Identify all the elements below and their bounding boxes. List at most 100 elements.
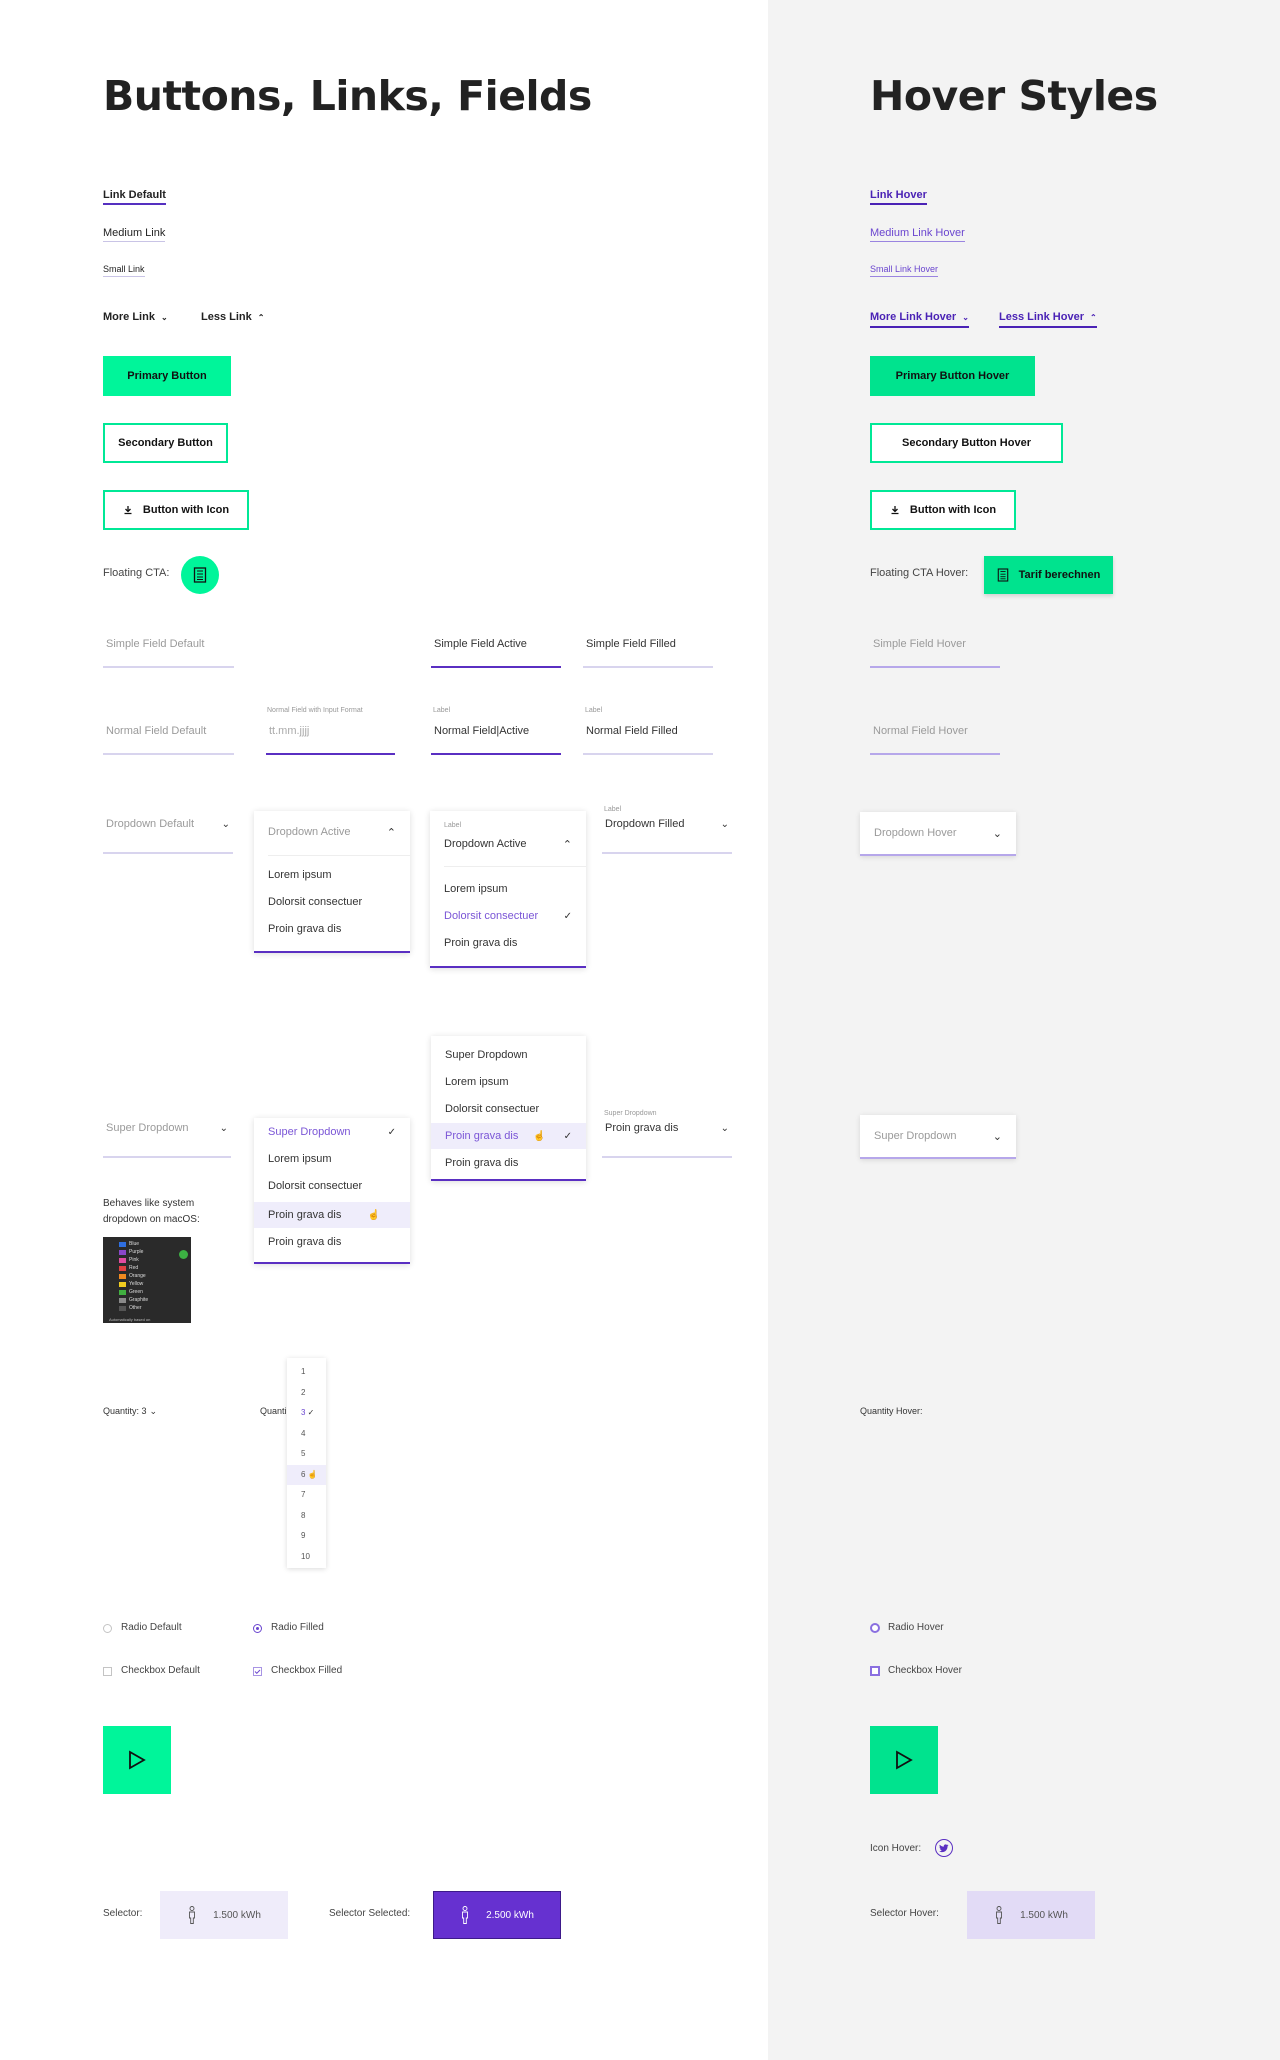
normal-field-default[interactable]: Normal Field Default bbox=[103, 725, 234, 755]
normal-field-format-input[interactable]: tt.mm.jjjj bbox=[266, 725, 395, 755]
list-item[interactable]: Proin grava dis bbox=[254, 1231, 410, 1253]
quantity-option[interactable]: 1 bbox=[287, 1362, 326, 1382]
less-link[interactable]: Less Link ⌃ bbox=[201, 311, 264, 323]
radio-filled[interactable] bbox=[253, 1624, 262, 1633]
macos-footer: Automatically based on bbox=[109, 1317, 151, 1322]
list-item[interactable]: Dolorsit consectuer bbox=[254, 1175, 410, 1197]
list-item[interactable]: Proin grava dis bbox=[254, 918, 410, 940]
macos-color-label: Yellow bbox=[129, 1281, 144, 1287]
dropdown-active-labeled[interactable]: Label Dropdown Active ⌃ Lorem ipsum Dolo… bbox=[430, 811, 586, 968]
list-item[interactable]: Proin grava dis bbox=[431, 1152, 586, 1174]
quantity-option[interactable]: 4 bbox=[287, 1424, 326, 1444]
calculator-icon bbox=[193, 567, 207, 583]
dropdown-active-value: Dropdown Active bbox=[444, 838, 527, 850]
less-link-hover[interactable]: Less Link Hover ⌃ bbox=[999, 311, 1097, 328]
secondary-button[interactable]: Secondary Button bbox=[103, 423, 228, 463]
quantity-option[interactable]: 9 bbox=[287, 1526, 326, 1546]
link-small[interactable]: Small Link bbox=[103, 264, 145, 277]
checkbox-filled[interactable] bbox=[253, 1667, 262, 1676]
quantity-option[interactable]: 8 bbox=[287, 1506, 326, 1526]
list-item[interactable]: Dolorsit consectuer bbox=[431, 1098, 586, 1120]
button-with-icon-hover[interactable]: Button with Icon bbox=[870, 490, 1016, 530]
link-small-hover[interactable]: Small Link Hover bbox=[870, 264, 939, 277]
super-dropdown-open[interactable]: Super Dropdown ✓ Lorem ipsum Dolorsit con… bbox=[254, 1118, 410, 1264]
super-dropdown-open-upward[interactable]: Super Dropdown Lorem ipsum Dolorsit cons… bbox=[431, 1036, 586, 1181]
simple-field-hover[interactable]: Simple Field Hover bbox=[870, 638, 1000, 668]
play-button-hover[interactable] bbox=[870, 1726, 938, 1794]
super-dropdown-filled-value: Proin grava dis bbox=[605, 1122, 679, 1134]
list-item[interactable]: Lorem ipsum bbox=[431, 1071, 586, 1093]
quantity-option[interactable]: 10 bbox=[287, 1547, 326, 1567]
list-item[interactable]: Lorem ipsum bbox=[254, 1148, 410, 1170]
quantity-dropdown[interactable]: Quantity: 3 ⌄ bbox=[103, 1406, 157, 1417]
super-dropdown-filled-label: Super Dropdown bbox=[604, 1110, 657, 1117]
list-item-label: Lorem ipsum bbox=[268, 869, 332, 881]
secondary-button-hover[interactable]: Secondary Button Hover bbox=[870, 423, 1063, 463]
quantity-option[interactable]: 2 bbox=[287, 1383, 326, 1403]
link-default[interactable]: Link Default bbox=[103, 189, 166, 205]
macos-color-item: Yellow bbox=[111, 1280, 181, 1288]
link-hover[interactable]: Link Hover bbox=[870, 189, 927, 205]
quantity-option[interactable]: 3 ✓ bbox=[287, 1403, 326, 1423]
quantity-option[interactable]: 6 ☝ bbox=[287, 1464, 326, 1485]
button-with-icon[interactable]: Button with Icon bbox=[103, 490, 249, 530]
normal-field-active[interactable]: Normal Field|Active bbox=[431, 725, 561, 755]
selector-hover-label: Selector Hover: bbox=[870, 1908, 939, 1919]
list-item-selected[interactable]: Proin grava dis ☝ ✓ bbox=[431, 1123, 586, 1149]
simple-field-default[interactable]: Simple Field Default bbox=[103, 638, 234, 668]
primary-button-hover[interactable]: Primary Button Hover bbox=[870, 356, 1035, 396]
selector-selected[interactable]: 2.500 kWh bbox=[433, 1891, 561, 1939]
play-icon bbox=[129, 1750, 146, 1770]
quantity-option-label: 10 bbox=[301, 1551, 310, 1561]
dropdown-hover[interactable]: Dropdown Hover ⌄ bbox=[860, 812, 1016, 856]
normal-field-filled[interactable]: Normal Field Filled bbox=[583, 725, 713, 755]
list-item-hovered[interactable]: Proin grava dis ☝ bbox=[254, 1202, 410, 1228]
list-item[interactable]: Lorem ipsum bbox=[254, 864, 410, 886]
list-item-label: Dolorsit consectuer bbox=[445, 1103, 540, 1115]
link-medium[interactable]: Medium Link bbox=[103, 227, 166, 242]
macos-color-label: Pink bbox=[129, 1257, 139, 1263]
more-link[interactable]: More Link ⌄ bbox=[103, 311, 168, 323]
super-dropdown-hover[interactable]: Super Dropdown ⌄ bbox=[860, 1115, 1016, 1159]
list-item[interactable]: Dolorsit consectuer bbox=[254, 891, 410, 913]
list-item[interactable]: Proin grava dis bbox=[430, 932, 586, 954]
list-item-selected[interactable]: Dolorsit consectuer ✓ bbox=[430, 905, 586, 927]
dropdown-default[interactable]: Dropdown Default ⌄ bbox=[103, 814, 233, 854]
dropdown-active[interactable]: Dropdown Active ⌃ Lorem ipsum Dolorsit c… bbox=[254, 811, 410, 953]
dropdown-active-header[interactable]: Dropdown Active ⌃ bbox=[430, 833, 586, 855]
selector-hover[interactable]: 1.500 kWh bbox=[967, 1891, 1095, 1939]
radio-hover[interactable] bbox=[870, 1623, 880, 1633]
quantity-hover[interactable]: Quantity Hover: bbox=[860, 1406, 923, 1416]
simple-field-active[interactable]: Simple Field Active bbox=[431, 638, 561, 668]
dropdown-label: Label bbox=[444, 822, 462, 829]
normal-field-active-label: Label bbox=[433, 707, 451, 714]
list-item[interactable]: Lorem ipsum bbox=[430, 878, 586, 900]
chevron-up-icon: ⌃ bbox=[257, 313, 265, 322]
floating-cta-button[interactable] bbox=[181, 556, 219, 594]
play-button[interactable] bbox=[103, 1726, 171, 1794]
selector-selected-label: Selector Selected: bbox=[329, 1908, 411, 1919]
quantity-option[interactable]: 5 bbox=[287, 1444, 326, 1464]
super-dropdown-default[interactable]: Super Dropdown ⌄ bbox=[103, 1118, 231, 1158]
radio-default[interactable] bbox=[103, 1624, 112, 1633]
selector[interactable]: 1.500 kWh bbox=[160, 1891, 288, 1939]
link-medium-hover[interactable]: Medium Link Hover bbox=[870, 227, 965, 242]
super-dropdown-filled[interactable]: Proin grava dis ⌄ bbox=[602, 1118, 732, 1158]
dropdown-filled[interactable]: Dropdown Filled ⌄ bbox=[602, 814, 732, 854]
more-link-hover[interactable]: More Link Hover ⌄ bbox=[870, 311, 969, 328]
hover-styles-title: Hover Styles bbox=[870, 72, 1158, 120]
quantity-options[interactable]: 1 2 3 ✓ 4 5 6 ☝ 7 8 9 10 bbox=[287, 1358, 326, 1568]
dropdown-active-header[interactable]: Dropdown Active ⌃ bbox=[254, 821, 410, 843]
floating-cta-hover-button[interactable]: Tarif berechnen bbox=[984, 556, 1113, 594]
primary-button[interactable]: Primary Button bbox=[103, 356, 231, 396]
normal-field-hover[interactable]: Normal Field Hover bbox=[870, 725, 1000, 755]
icon-hover-label: Icon Hover: bbox=[870, 1843, 922, 1854]
quantity-option[interactable]: 7 bbox=[287, 1485, 326, 1505]
twitter-icon[interactable] bbox=[935, 1839, 953, 1857]
list-item[interactable]: Super Dropdown bbox=[431, 1044, 586, 1066]
checkbox-default[interactable] bbox=[103, 1667, 112, 1676]
simple-field-filled[interactable]: Simple Field Filled bbox=[583, 638, 713, 668]
list-item-selected[interactable]: Super Dropdown ✓ bbox=[254, 1121, 410, 1143]
quantity-option-label: 7 bbox=[301, 1490, 306, 1499]
checkbox-hover[interactable] bbox=[870, 1666, 880, 1676]
